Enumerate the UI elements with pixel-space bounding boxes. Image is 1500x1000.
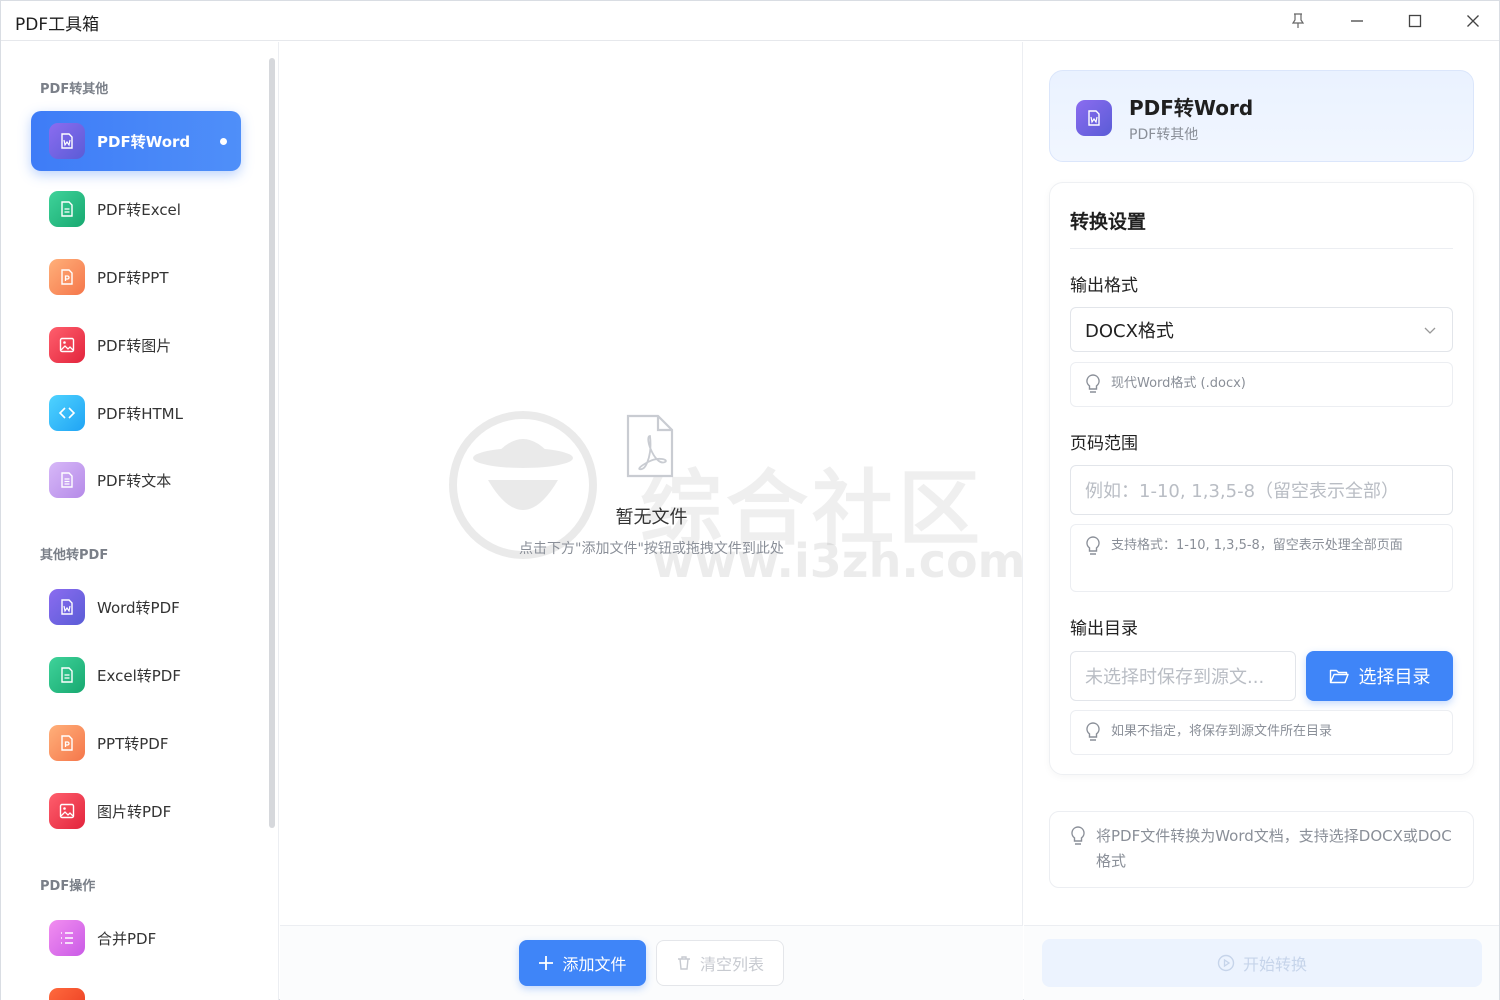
sidebar-item-pdf-to-text[interactable]: PDF转文本 <box>31 450 241 510</box>
sidebar-item-pdf-to-html[interactable]: PDF转HTML <box>31 383 241 443</box>
minimize-icon[interactable] <box>1342 7 1372 35</box>
output-dir-label: 输出目录 <box>1070 619 1138 639</box>
close-icon[interactable] <box>1458 7 1488 35</box>
code-icon <box>49 395 85 431</box>
trash-icon <box>677 956 690 970</box>
image-icon <box>49 793 85 829</box>
settings-panel: PDF转Word PDF转其他 转换设置 输出格式 DOCX格式 现代Word格… <box>1024 42 1499 1000</box>
output-format-value: DOCX格式 <box>1085 320 1174 342</box>
add-file-button[interactable]: 添加文件 <box>519 940 646 986</box>
play-circle-icon <box>1217 954 1235 972</box>
empty-state-title: 暂无文件 <box>615 507 688 528</box>
divider <box>1070 248 1453 249</box>
sidebar-item-label: PDF转PPT <box>97 268 169 287</box>
tool-title: PDF转Word <box>1129 96 1254 120</box>
output-dir-input[interactable]: 未选择时保存到源文... <box>1070 651 1296 701</box>
section-label-pdf-to-other: PDF转其他 <box>40 82 109 97</box>
pin-icon[interactable] <box>1283 7 1313 35</box>
plus-icon <box>539 956 554 970</box>
output-format-label: 输出格式 <box>1070 276 1138 296</box>
file-actions-bar: 添加文件 清空列表 <box>280 925 1023 1000</box>
lightbulb-icon <box>1086 374 1100 393</box>
sidebar-item-label: PDF转Word <box>97 132 191 151</box>
page-range-tip-text: 支持格式：1-10, 1,3,5-8，留空表示处理全部页面 <box>1111 538 1403 553</box>
output-dir-tip: 如果不指定，将保存到源文件所在目录 <box>1070 710 1453 755</box>
clear-list-label: 清空列表 <box>699 955 764 974</box>
sidebar-item-label: Word转PDF <box>97 598 180 617</box>
section-label-other-to-pdf: 其他转PDF <box>40 548 109 563</box>
file-drop-area[interactable]: 综合社区 www.i3zh.com 暂无文件 点击下方"添加文件"按钮或拖拽文件… <box>280 42 1026 1000</box>
word-doc-icon <box>1076 100 1112 136</box>
output-format-tip-text: 现代Word格式 (.docx) <box>1111 376 1246 391</box>
sidebar-item-pdf-to-image[interactable]: PDF转图片 <box>31 315 241 375</box>
start-conversion-label: 开始转换 <box>1242 955 1307 974</box>
sidebar-item-excel-to-pdf[interactable]: Excel转PDF <box>31 645 241 705</box>
add-file-label: 添加文件 <box>562 955 627 974</box>
maximize-icon[interactable] <box>1400 7 1430 35</box>
sidebar-item-label: 图片转PDF <box>97 802 172 821</box>
page-range-label: 页码范围 <box>1070 434 1138 454</box>
list-merge-icon <box>49 920 85 956</box>
section-label-pdf-operations: PDF操作 <box>40 879 96 894</box>
empty-state-hint: 点击下方"添加文件"按钮或拖拽文件到此处 <box>519 541 784 557</box>
page-range-input[interactable]: 例如：1-10, 1,3,5-8（留空表示全部） <box>1070 465 1453 515</box>
sidebar-item-pdf-to-ppt[interactable]: PDF转PPT <box>31 247 241 307</box>
clear-list-button[interactable]: 清空列表 <box>656 940 784 986</box>
page-range-placeholder: 例如：1-10, 1,3,5-8（留空表示全部） <box>1085 481 1400 502</box>
sidebar-scrollbar[interactable] <box>269 58 275 828</box>
sidebar-item-label: PDF转图片 <box>97 336 172 355</box>
start-conversion-button[interactable]: 开始转换 <box>1042 939 1482 987</box>
pdf-file-icon <box>626 414 674 478</box>
active-indicator-dot <box>220 138 227 145</box>
ppt-doc-icon <box>49 259 85 295</box>
tool-category: PDF转其他 <box>1129 127 1199 143</box>
output-format-tip: 现代Word格式 (.docx) <box>1070 362 1453 407</box>
output-format-select[interactable]: DOCX格式 <box>1070 307 1453 352</box>
ppt-doc-icon <box>49 725 85 761</box>
choose-directory-button[interactable]: 选择目录 <box>1306 651 1453 701</box>
sidebar-item-label: PPT转PDF <box>97 734 169 753</box>
sidebar-item-ppt-to-pdf[interactable]: PPT转PDF <box>31 713 241 773</box>
tool-icon <box>49 988 85 1000</box>
sidebar-item-label: PDF转HTML <box>97 404 183 423</box>
tool-description-text: 将PDF文件转换为Word文档，支持选择DOCX或DOC格式 <box>1096 827 1452 870</box>
conversion-settings-card: 转换设置 输出格式 DOCX格式 现代Word格式 (.docx) 页码范围 例… <box>1049 182 1474 775</box>
sidebar-item-label: PDF转Excel <box>97 200 181 219</box>
folder-open-icon <box>1329 669 1349 684</box>
app-window: PDF工具箱 PDF转其他 PDF转Word PDF转Excel PDF转PPT… <box>0 0 1500 1000</box>
sidebar-item-pdf-to-word[interactable]: PDF转Word <box>31 111 241 171</box>
settings-title: 转换设置 <box>1070 211 1147 233</box>
output-dir-tip-text: 如果不指定，将保存到源文件所在目录 <box>1111 724 1333 739</box>
lightbulb-icon <box>1071 826 1085 845</box>
sidebar-item-word-to-pdf[interactable]: Word转PDF <box>31 577 241 637</box>
start-bar: 开始转换 <box>1024 925 1499 1000</box>
app-title: PDF工具箱 <box>15 15 100 35</box>
word-doc-icon <box>49 123 85 159</box>
word-doc-icon <box>49 589 85 625</box>
text-doc-icon <box>49 462 85 498</box>
tool-description-card: 将PDF文件转换为Word文档，支持选择DOCX或DOC格式 <box>1049 811 1474 888</box>
image-icon <box>49 327 85 363</box>
page-range-tip: 支持格式：1-10, 1,3,5-8，留空表示处理全部页面 <box>1070 524 1453 592</box>
tool-header-card: PDF转Word PDF转其他 <box>1049 70 1474 162</box>
sidebar-item-next-partial[interactable] <box>31 976 241 1000</box>
sidebar-item-pdf-to-excel[interactable]: PDF转Excel <box>31 179 241 239</box>
sidebar-item-image-to-pdf[interactable]: 图片转PDF <box>31 781 241 841</box>
sidebar-item-merge-pdf[interactable]: 合并PDF <box>31 908 241 968</box>
title-bar: PDF工具箱 <box>1 1 1499 41</box>
choose-directory-label: 选择目录 <box>1358 667 1431 688</box>
lightbulb-icon <box>1086 536 1100 555</box>
excel-doc-icon <box>49 191 85 227</box>
sidebar-item-label: PDF转文本 <box>97 471 172 490</box>
sidebar-item-label: Excel转PDF <box>97 666 181 685</box>
excel-doc-icon <box>49 657 85 693</box>
lightbulb-icon <box>1086 722 1100 741</box>
sidebar-item-label: 合并PDF <box>97 929 157 948</box>
output-dir-placeholder: 未选择时保存到源文... <box>1085 667 1265 688</box>
chevron-down-icon <box>1424 327 1436 334</box>
sidebar: PDF转其他 PDF转Word PDF转Excel PDF转PPT PDF转图片… <box>1 42 279 1000</box>
